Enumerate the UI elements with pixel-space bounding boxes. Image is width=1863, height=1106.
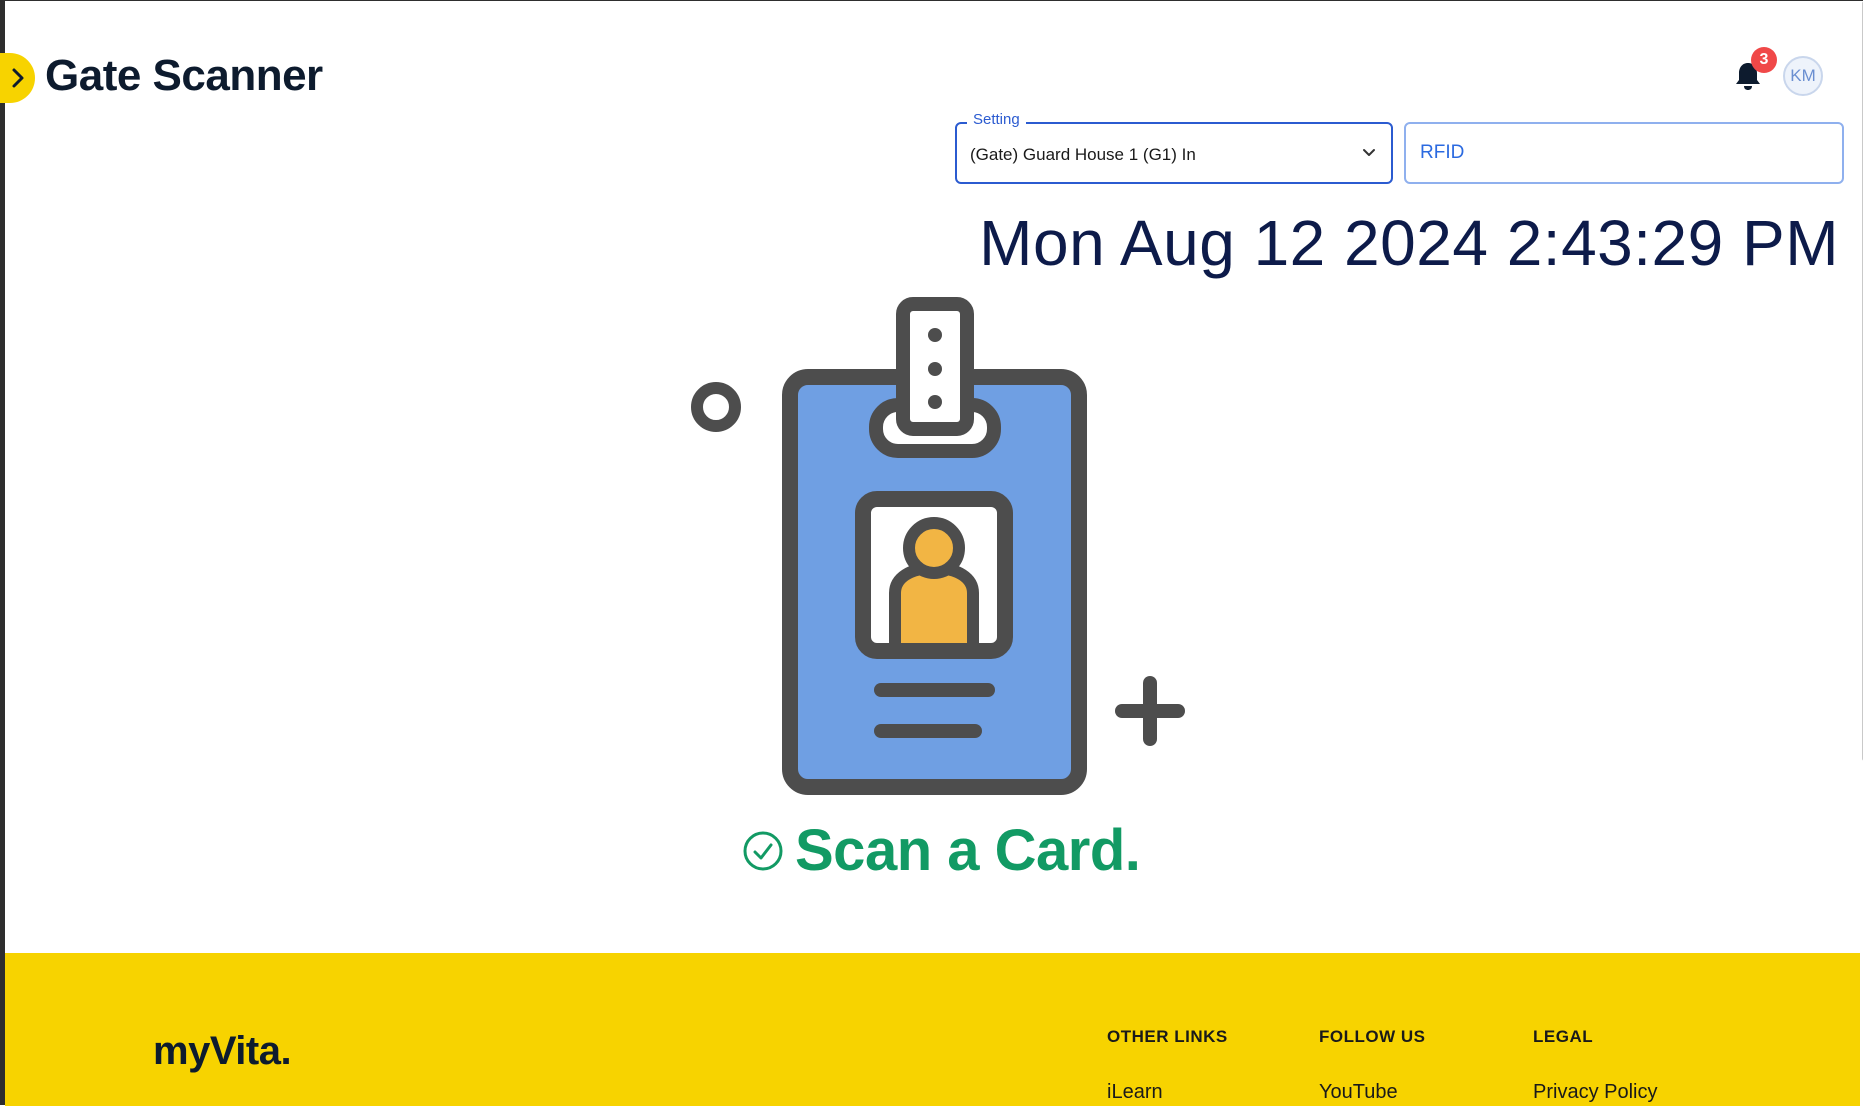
footer: myVita. OTHER LINKS iLearn FOLLOW US You… (5, 953, 1860, 1106)
footer-heading: LEGAL (1533, 1027, 1594, 1046)
footer-heading: OTHER LINKS (1107, 1027, 1228, 1046)
footer-column-other-links: OTHER LINKS iLearn (1107, 1027, 1228, 1104)
chevron-right-icon (12, 68, 23, 88)
setting-label: Setting (967, 111, 1026, 128)
footer-column-follow-us: FOLLOW US YouTube (1319, 1027, 1425, 1104)
rfid-input[interactable] (1404, 122, 1844, 184)
setting-select[interactable]: Setting (Gate) Guard House 1 (G1) In (955, 111, 1393, 184)
plus-icon (1115, 676, 1185, 746)
footer-column-legal: LEGAL Privacy Policy (1533, 1027, 1657, 1104)
footer-link-youtube[interactable]: YouTube (1319, 1081, 1425, 1104)
chevron-down-icon (1363, 149, 1375, 156)
page-title: Gate Scanner (45, 51, 323, 100)
check-circle-icon (743, 831, 783, 870)
footer-link-ilearn[interactable]: iLearn (1107, 1081, 1228, 1104)
sidebar-toggle-button[interactable] (0, 53, 35, 103)
person-body (889, 561, 979, 655)
current-datetime: Mon Aug 12 2024 2:43:29 PM (979, 207, 1839, 279)
decor-ring (691, 382, 741, 432)
footer-brand-logo: myVita. (153, 1029, 292, 1073)
footer-heading: FOLLOW US (1319, 1027, 1426, 1046)
person-head (903, 517, 965, 579)
scan-message: Scan a Card. (795, 818, 1141, 883)
id-card-illustration (691, 297, 1185, 795)
setting-value: (Gate) Guard House 1 (G1) In (970, 145, 1196, 164)
user-avatar[interactable]: KM (1783, 56, 1823, 96)
notification-count-badge: 3 (1751, 47, 1777, 73)
scan-status: Scan a Card. (741, 817, 1141, 884)
footer-link-privacy-policy[interactable]: Privacy Policy (1533, 1081, 1657, 1104)
